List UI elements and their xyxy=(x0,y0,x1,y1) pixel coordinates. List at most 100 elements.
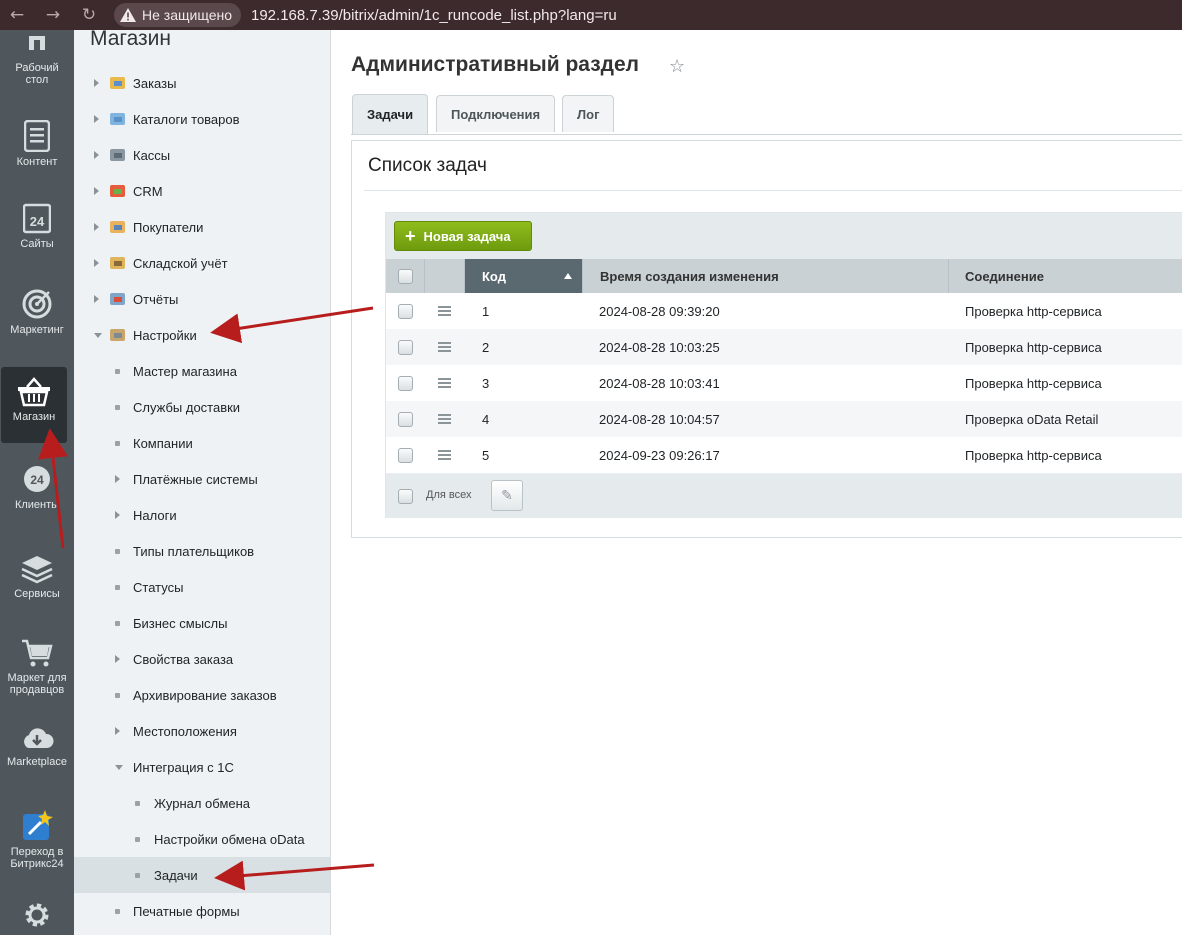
menu-item-label: Покупатели xyxy=(133,219,204,235)
forward-icon[interactable]: → xyxy=(42,4,64,26)
expand-arrow-icon[interactable] xyxy=(94,223,99,231)
clients-icon: 24 xyxy=(24,466,50,492)
menu-item[interactable]: Заказы xyxy=(74,65,330,101)
row-menu-icon[interactable] xyxy=(438,378,451,388)
address-bar[interactable]: Не защищено 192.168.7.39/bitrix/admin/1c… xyxy=(114,3,617,27)
cell-created: 2024-08-28 10:03:41 xyxy=(599,375,720,391)
menu-item[interactable]: Кассы xyxy=(74,137,330,173)
new-task-button[interactable]: + Новая задача xyxy=(394,221,532,251)
reload-icon[interactable]: ↻ xyxy=(78,4,100,26)
menu-item[interactable]: Местоположения xyxy=(74,713,330,749)
table-row[interactable]: 1 2024-08-28 09:39:20 Проверка http-сервис… xyxy=(386,293,1182,329)
row-checkbox-cell xyxy=(398,437,413,473)
menu-item[interactable]: Типы плательщиков xyxy=(74,533,330,569)
tab-log[interactable]: Лог xyxy=(562,95,615,132)
target-icon xyxy=(22,289,52,319)
row-actions-cell xyxy=(438,401,451,437)
left-item-sites[interactable]: 24 Сайты xyxy=(0,202,74,250)
row-menu-icon[interactable] xyxy=(438,450,451,460)
edit-button[interactable]: ✎ xyxy=(491,480,523,511)
menu-item[interactable]: Настройки xyxy=(74,317,330,353)
table-row[interactable]: 2 2024-08-28 10:03:25 Проверка http-сервис… xyxy=(386,329,1182,365)
row-checkbox[interactable] xyxy=(398,339,413,355)
cloud-download-icon xyxy=(24,728,54,748)
expand-arrow-icon[interactable] xyxy=(94,259,99,267)
expand-arrow-icon[interactable] xyxy=(94,187,99,195)
tab-tasks[interactable]: Задачи xyxy=(352,94,429,134)
security-chip[interactable]: Не защищено xyxy=(114,3,241,27)
expand-arrow-icon[interactable] xyxy=(115,475,120,483)
select-all-checkbox[interactable] xyxy=(397,268,413,284)
left-item-content[interactable]: Контент xyxy=(0,120,74,168)
menu-item[interactable]: Архивирование заказов xyxy=(74,677,330,713)
left-item-marketplace[interactable]: Marketplace xyxy=(0,726,74,768)
left-item-desktop[interactable]: Рабочий стол xyxy=(0,36,74,86)
left-item-shop[interactable]: Магазин xyxy=(1,367,67,443)
sort-asc-icon xyxy=(564,273,572,279)
collapse-arrow-icon[interactable] xyxy=(94,333,102,338)
for-all-checkbox[interactable] xyxy=(398,489,413,504)
menu-item-label: Налоги xyxy=(133,507,177,523)
reports-icon xyxy=(110,293,125,305)
column-header-created[interactable]: Время создания изменения xyxy=(583,259,949,293)
row-checkbox[interactable] xyxy=(398,303,413,319)
cashbox-icon xyxy=(110,149,125,161)
menu-item[interactable]: Отчёты xyxy=(74,281,330,317)
orders-icon xyxy=(110,77,125,89)
menu-item[interactable]: Задачи xyxy=(74,857,330,893)
table-row[interactable]: 5 2024-09-23 09:26:17 Проверка http-сервис… xyxy=(386,437,1182,473)
menu-item[interactable]: Налоги xyxy=(74,497,330,533)
menu-item-label: Бизнес смыслы xyxy=(133,615,228,631)
menu-item[interactable]: Платёжные системы xyxy=(74,461,330,497)
table-row[interactable]: 3 2024-08-28 10:03:41 Проверка http-сервис… xyxy=(386,365,1182,401)
expand-arrow-icon[interactable] xyxy=(94,151,99,159)
left-item-label: Клиенты xyxy=(14,499,60,511)
menu-item[interactable]: Складской учёт xyxy=(74,245,330,281)
row-menu-icon[interactable] xyxy=(438,342,451,352)
menu-item[interactable]: Мастер магазина xyxy=(74,353,330,389)
row-checkbox[interactable] xyxy=(398,375,413,391)
menu-item[interactable]: Интеграция с 1С xyxy=(74,749,330,785)
expand-arrow-icon[interactable] xyxy=(94,115,99,123)
back-icon[interactable]: ← xyxy=(6,4,28,26)
column-header-connection[interactable]: Соединение xyxy=(949,259,1182,293)
menu-item[interactable]: CRM xyxy=(74,173,330,209)
column-header-code[interactable]: Код xyxy=(465,259,583,293)
expand-arrow-icon[interactable] xyxy=(115,511,120,519)
menu-item[interactable]: Свойства заказа xyxy=(74,641,330,677)
menu-item[interactable]: Каталоги товаров xyxy=(74,101,330,137)
row-checkbox[interactable] xyxy=(398,447,413,463)
collapse-arrow-icon[interactable] xyxy=(115,765,123,770)
menu-item[interactable]: Компании xyxy=(74,425,330,461)
left-item-clients[interactable]: 24 Клиенты xyxy=(0,463,74,511)
left-item-marketing[interactable]: Маркетинг xyxy=(0,288,74,336)
row-menu-icon[interactable] xyxy=(438,306,451,316)
bullet-icon xyxy=(115,909,120,914)
menu-item-label: Типы плательщиков xyxy=(133,543,255,559)
table-header: Код Время создания изменения Соединение xyxy=(386,259,1182,293)
left-item-services[interactable]: Сервисы xyxy=(0,554,74,600)
row-menu-icon[interactable] xyxy=(438,414,451,424)
expand-arrow-icon[interactable] xyxy=(115,727,120,735)
expand-arrow-icon[interactable] xyxy=(94,79,99,87)
tab-connections[interactable]: Подключения xyxy=(436,95,556,132)
row-checkbox[interactable] xyxy=(398,411,413,427)
expand-arrow-icon[interactable] xyxy=(94,295,99,303)
menu-item[interactable]: Покупатели xyxy=(74,209,330,245)
cell-connection: Проверка http-сервиса xyxy=(965,447,1102,463)
table-row[interactable]: 4 2024-08-28 10:04:57 Проверка oData Retai… xyxy=(386,401,1182,437)
menu-item[interactable]: Бизнес смыслы xyxy=(74,605,330,641)
left-item-bitrix24[interactable]: Переход в Битрикс24 xyxy=(0,808,74,870)
cell-connection: Проверка http-сервиса xyxy=(965,375,1102,391)
header-actions-cell xyxy=(425,259,465,293)
menu-item[interactable]: Настройки обмена oData xyxy=(74,821,330,857)
url-text[interactable]: 192.168.7.39/bitrix/admin/1c_runcode_lis… xyxy=(251,7,617,24)
menu-item[interactable]: Печатные формы xyxy=(74,893,330,929)
menu-item[interactable]: Службы доставки xyxy=(74,389,330,425)
expand-arrow-icon[interactable] xyxy=(115,655,120,663)
left-item-seller-market[interactable]: Маркет для продавцов xyxy=(0,638,74,696)
menu-item[interactable]: Журнал обмена xyxy=(74,785,330,821)
left-item-settings[interactable] xyxy=(0,900,74,934)
menu-item[interactable]: Статусы xyxy=(74,569,330,605)
favorite-star-icon[interactable]: ☆ xyxy=(669,56,685,77)
